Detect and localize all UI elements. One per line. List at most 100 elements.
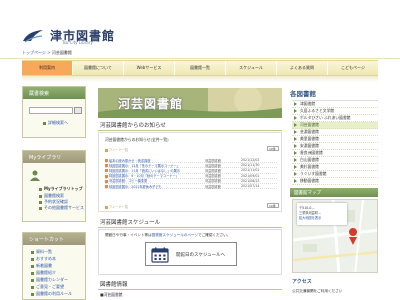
news-date: 2021/07/14 — [241, 184, 260, 189]
map-info-popup: 〒510-0... 三重県河芸町... 拡大地図を表示 — [297, 203, 347, 225]
new-icon — [105, 179, 108, 183]
feed-list-link[interactable]: フィード一覧 — [105, 147, 128, 152]
schedule-page-link[interactable]: 図書館スケジュールのページ — [152, 233, 198, 237]
nav-item-web-service[interactable]: Webサービス — [124, 61, 175, 75]
library-label: 移動図書館 — [300, 178, 319, 183]
nav-item-guide[interactable]: 利用案内 — [22, 61, 73, 75]
libraries-title: 各図書館 — [290, 90, 316, 98]
map-enlarge-link[interactable]: 拡大地図を表示 — [299, 215, 345, 220]
bullet-icon — [31, 278, 34, 282]
library-link[interactable]: うぐいす図書館 — [292, 171, 378, 178]
shortcut-panel-title: ショートカット — [23, 233, 85, 245]
news-link[interactable]: 特設図書展示：2021年夏休み子ども — [105, 184, 205, 189]
library-link[interactable]: 移動図書館 — [292, 178, 378, 185]
global-nav: 利用案内 図書館について Webサービス 図書館一覧 スケジュール よくある質問… — [22, 60, 378, 76]
shortcut-label: 新着図書 — [36, 263, 52, 268]
shortcut-link[interactable]: ご意見・ご要望 — [31, 284, 64, 290]
nav-item-faq[interactable]: よくある質問 — [277, 61, 328, 75]
shortcut-link[interactable]: 図書館の利用ルール — [31, 291, 72, 297]
mylibrary-reserve-label: 予約状況確認 — [44, 199, 68, 204]
library-link[interactable]: ポルタひさい ふれあい図書館 — [292, 115, 378, 122]
news-section: 河芸図書館 — [205, 184, 221, 189]
library-label: 白山図書館 — [300, 157, 319, 162]
libraries-list: 津図書館 久居ふるさと文学館 ポルタひさい ふれあい図書館 河芸図書館 芸濃図書… — [292, 100, 378, 185]
mylibrary-panel-title: Myライブラリ — [23, 151, 85, 163]
library-link[interactable]: 安濃図書館 — [292, 143, 378, 150]
schedule-note: 開館日や行事・イベント等は図書館スケジュールのページでご確認ください。 — [105, 233, 230, 238]
news-date: 2021/12/02 — [241, 158, 260, 163]
map-title: 図書館マップ — [290, 188, 378, 197]
library-logo-icon — [23, 30, 43, 43]
mylibrary-other-link[interactable]: その他図書館サービス — [39, 205, 84, 211]
library-link[interactable]: 白山図書館 — [292, 157, 378, 164]
nav-item-about[interactable]: 図書館について — [73, 61, 124, 75]
arrow-right-icon — [294, 137, 297, 141]
library-label: 香良洲図書館 — [300, 150, 323, 155]
mylibrary-panel: Myライブラリ Myライブラリトップ 図書館検索 予約状況確認 その他図書館サー… — [22, 150, 86, 222]
library-label: 美里図書館 — [300, 136, 319, 141]
shortcut-label: 図書館紹介 — [36, 270, 56, 275]
library-link[interactable]: 美里図書館 — [292, 136, 378, 143]
library-link[interactable]: 芸濃図書館 — [292, 129, 378, 136]
news-count-select-bottom[interactable]: 10件 — [267, 203, 279, 208]
schedule-panel: 開館日や行事・イベント等は図書館スケジュールのページでご確認ください。 開館日の… — [98, 229, 282, 275]
library-link-current[interactable]: 河芸図書館 — [292, 122, 378, 129]
bullet-icon — [39, 194, 42, 198]
library-link[interactable]: 美杉図書館 — [292, 164, 378, 171]
news-count-select[interactable]: 10件 — [267, 146, 279, 151]
library-link[interactable]: 久居ふるさと文学館 — [292, 108, 378, 115]
bullet-icon — [31, 257, 34, 261]
arrow-right-icon — [294, 144, 297, 148]
arrow-right-icon — [294, 179, 297, 183]
news-panel: 河芸図書館からのお知らせ(全件一覧) フィード一覧 10件 絵本の読み聞かせ・読… — [98, 132, 282, 212]
breadcrumb: トップページ > 河芸図書館 — [22, 50, 72, 56]
header: 津市図書館 Tsu City Library トップページ > 河芸図書館 — [0, 0, 400, 60]
search-panel-title: 蔵書検索 — [23, 87, 85, 99]
bullet-icon — [39, 200, 42, 204]
search-button[interactable] — [74, 107, 82, 114]
breadcrumb-home[interactable]: トップページ — [22, 50, 46, 55]
access-title: アクセス — [292, 279, 312, 285]
news-table: 絵本の読み聞かせ・読書講座 河芸図書館 2021/12/02 特設図書展示：12… — [105, 158, 277, 190]
bullet-icon — [31, 264, 34, 268]
access-text: 公共交通機関をご利用ください — [292, 289, 343, 293]
library-map[interactable]: 〒510-0... 三重県河芸町... 拡大地図を表示 — [292, 199, 378, 273]
library-link[interactable]: 津図書館 — [292, 101, 378, 108]
news-all-link[interactable]: 河芸図書館からのお知らせ(全件一覧) — [105, 137, 169, 143]
site-subtitle: Tsu City Library — [62, 40, 93, 45]
shortcut-link[interactable]: おすすめ本 — [31, 256, 56, 262]
bullet-icon — [43, 121, 46, 125]
search-input[interactable] — [29, 107, 73, 114]
shortcut-link[interactable]: 図書館紹介 — [31, 270, 56, 276]
nav-item-kids[interactable]: こどもページ — [328, 61, 378, 75]
library-label: 安濃図書館 — [300, 143, 319, 148]
feed-list-label: フィード一覧 — [109, 205, 129, 209]
advanced-search-label: 詳細検索へ — [48, 120, 68, 125]
schedule-button[interactable]: 開館日のスケジュールへ — [145, 242, 237, 266]
arrow-right-icon — [294, 151, 297, 155]
feed-list-link-bottom[interactable]: フィード一覧 — [105, 204, 128, 209]
library-link[interactable]: 香良洲図書館 — [292, 150, 378, 157]
arrow-right-icon — [294, 109, 297, 113]
shortcut-link[interactable]: 新着図書 — [31, 263, 52, 269]
arrow-right-icon — [294, 116, 297, 120]
shortcut-label: おすすめ本 — [36, 256, 56, 261]
new-icon — [105, 174, 108, 178]
bullet-icon — [31, 285, 34, 289]
advanced-search-link[interactable]: 詳細検索へ — [43, 120, 68, 126]
nav-item-library-list[interactable]: 図書館一覧 — [175, 61, 226, 75]
shortcut-link[interactable]: 図書館カレンダー — [31, 277, 68, 283]
arrow-right-icon — [294, 102, 297, 106]
bullet-icon — [31, 250, 34, 254]
shortcut-link[interactable]: 資料一覧 — [31, 249, 52, 255]
nav-item-schedule[interactable]: スケジュール — [226, 61, 277, 75]
arrow-right-icon — [294, 130, 297, 134]
bullet-icon — [31, 292, 34, 296]
mylibrary-top-link[interactable]: Myライブラリトップ — [39, 186, 83, 192]
library-label: 河芸図書館 — [300, 122, 319, 127]
library-label: 久居ふるさと文学館 — [300, 108, 335, 113]
new-icon — [105, 185, 108, 189]
mylibrary-other-label: その他図書館サービス — [44, 205, 84, 210]
user-icon — [30, 170, 40, 181]
bullet-icon — [31, 271, 34, 275]
